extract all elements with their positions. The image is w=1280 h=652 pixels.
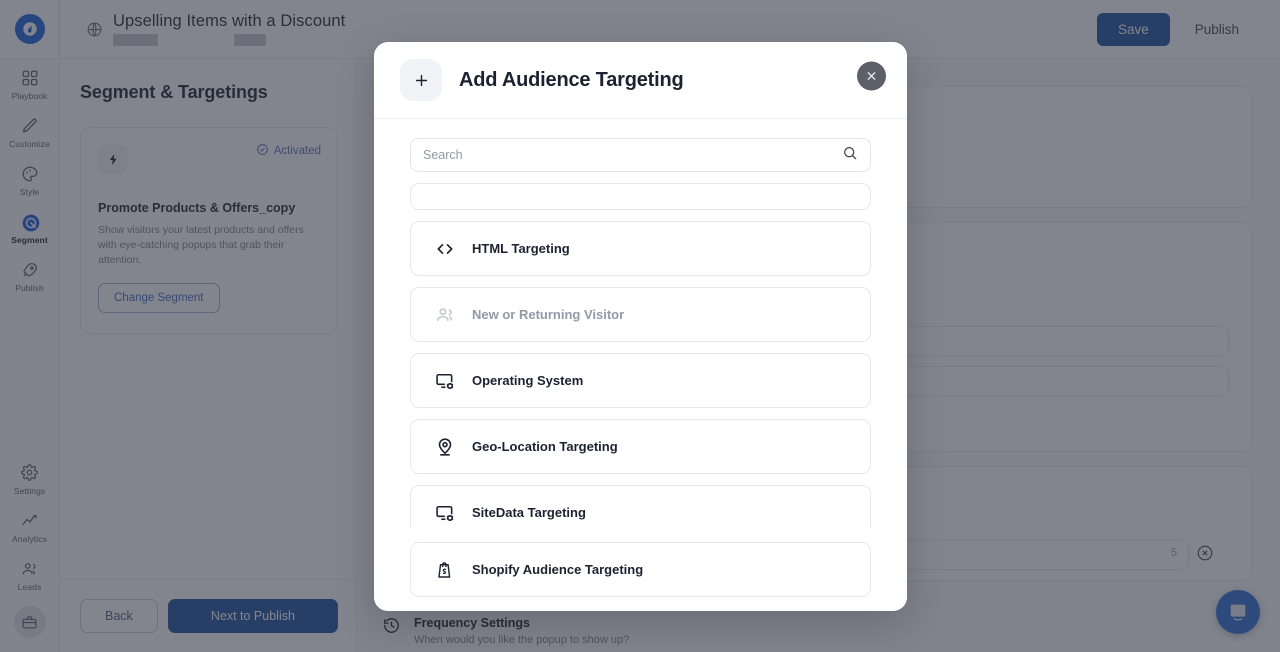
segment-card: Activated Promote Products & Offers_copy… — [80, 127, 338, 334]
list-item-label: Operating System — [472, 373, 584, 388]
change-segment-button[interactable]: Change Segment — [98, 283, 220, 313]
sidebar-label: Playbook — [11, 91, 48, 101]
frequency-settings-row[interactable]: Frequency Settings When would you like t… — [382, 607, 1252, 652]
frequency-text-block: Frequency Settings When would you like t… — [414, 616, 629, 646]
sidebar-item-customize[interactable]: Customize — [0, 107, 60, 155]
pencil-icon — [21, 117, 39, 135]
grid-icon — [21, 69, 39, 87]
save-button[interactable]: Save — [1096, 12, 1170, 46]
people-icon — [435, 305, 455, 325]
list-item-html-targeting[interactable]: HTML Targeting — [410, 221, 871, 276]
bolt-icon — [98, 144, 128, 174]
list-item-partial[interactable] — [410, 183, 871, 210]
brand-area — [0, 0, 60, 59]
list-item-label: HTML Targeting — [472, 241, 570, 256]
sidebar-item-publish[interactable]: Publish — [0, 251, 60, 299]
frequency-title: Frequency Settings — [414, 616, 530, 630]
title-placeholder-bars — [113, 34, 345, 46]
monitor-gear-icon — [435, 503, 455, 523]
panel-footer: Back Next to Publish — [61, 579, 357, 652]
sidebar-item-analytics[interactable]: Analytics — [0, 502, 60, 550]
chat-bubble-icon[interactable] — [1216, 590, 1260, 634]
sidebar-item-settings[interactable]: Settings — [0, 454, 60, 502]
palette-icon — [21, 165, 39, 183]
briefcase-avatar-icon[interactable] — [13, 606, 46, 638]
top-bar-actions: Save Publish — [1096, 12, 1280, 46]
app-logo-icon[interactable] — [14, 14, 45, 44]
sidebar-item-playbook[interactable]: Playbook — [0, 59, 60, 107]
rocket-icon — [21, 261, 39, 279]
list-item-label: Geo-Location Targeting — [472, 439, 618, 454]
sidebar-item-segment[interactable]: Segment — [0, 203, 60, 251]
back-button[interactable]: Back — [80, 599, 158, 633]
clock-history-icon — [382, 616, 401, 640]
close-icon[interactable] — [857, 61, 886, 91]
monitor-gear-icon — [435, 371, 455, 391]
document-title-block: Upselling Items with a Discount — [113, 12, 345, 46]
modal-header: Add Audience Targeting — [374, 42, 907, 119]
sidebar-label: Style — [19, 187, 40, 197]
field-unit-value: 5 — [1170, 547, 1177, 559]
modal-title: Add Audience Targeting — [459, 68, 684, 91]
sidebar-label: Settings — [13, 486, 46, 496]
placeholder-bar — [186, 34, 206, 46]
clear-circle-icon[interactable] — [1196, 544, 1214, 567]
panel-heading: Segment & Targetings — [80, 82, 268, 102]
add-audience-targeting-modal: Add Audience Targeting HTML Targeting — [374, 42, 907, 611]
globe-icon — [86, 21, 103, 38]
sidebar-label: Analytics — [12, 534, 47, 544]
plus-icon — [400, 59, 442, 101]
sidebar: Playbook Customize Style Segment Publish — [0, 59, 60, 652]
status-badge: Activated — [256, 143, 321, 159]
list-item-label: SiteData Targeting — [472, 505, 586, 520]
list-item-shopify-audience-targeting[interactable]: Shopify Audience Targeting — [410, 542, 871, 597]
code-icon — [435, 239, 455, 259]
search-icon[interactable] — [842, 145, 858, 166]
spotlight-highlight: Shopify Audience Targeting — [374, 527, 907, 611]
targeting-option-list: HTML Targeting New or Returning Visitor … — [410, 183, 871, 540]
segment-panel: Segment & Targetings Activated Promote P… — [61, 59, 357, 652]
list-item-label: New or Returning Visitor — [472, 307, 625, 322]
sidebar-label: Publish — [15, 283, 44, 293]
publish-button[interactable]: Publish — [1176, 13, 1258, 46]
placeholder-bar — [113, 34, 158, 46]
placeholder-bar — [234, 34, 266, 46]
map-pin-icon — [435, 437, 455, 457]
sidebar-label: Segment — [11, 235, 48, 245]
next-to-publish-button[interactable]: Next to Publish — [167, 599, 338, 633]
sidebar-label: Leads — [17, 582, 42, 592]
people-icon — [21, 560, 39, 578]
status-label: Activated — [273, 145, 321, 157]
shopify-bag-icon — [435, 560, 455, 580]
gear-icon — [20, 464, 39, 482]
sidebar-item-style[interactable]: Style — [0, 155, 60, 203]
search-bar — [410, 138, 871, 172]
segment-card-description: Show visitors your latest products and o… — [98, 224, 304, 266]
sidebar-label: Customize — [8, 139, 51, 149]
list-item-geo-location-targeting[interactable]: Geo-Location Targeting — [410, 419, 871, 474]
list-item-new-or-returning-visitor[interactable]: New or Returning Visitor — [410, 287, 871, 342]
list-item-operating-system[interactable]: Operating System — [410, 353, 871, 408]
avatar-wrapper — [13, 606, 46, 652]
page-title: Upselling Items with a Discount — [113, 12, 346, 30]
check-circle-icon — [256, 143, 269, 159]
target-icon — [21, 213, 39, 232]
chart-line-icon — [21, 512, 39, 530]
sidebar-item-leads[interactable]: Leads — [0, 550, 60, 606]
list-item-label: Shopify Audience Targeting — [472, 562, 644, 577]
segment-card-title: Promote Products & Offers_copy — [98, 201, 296, 215]
search-input[interactable] — [423, 148, 842, 162]
frequency-subtitle: When would you like the popup to show up… — [414, 634, 630, 646]
